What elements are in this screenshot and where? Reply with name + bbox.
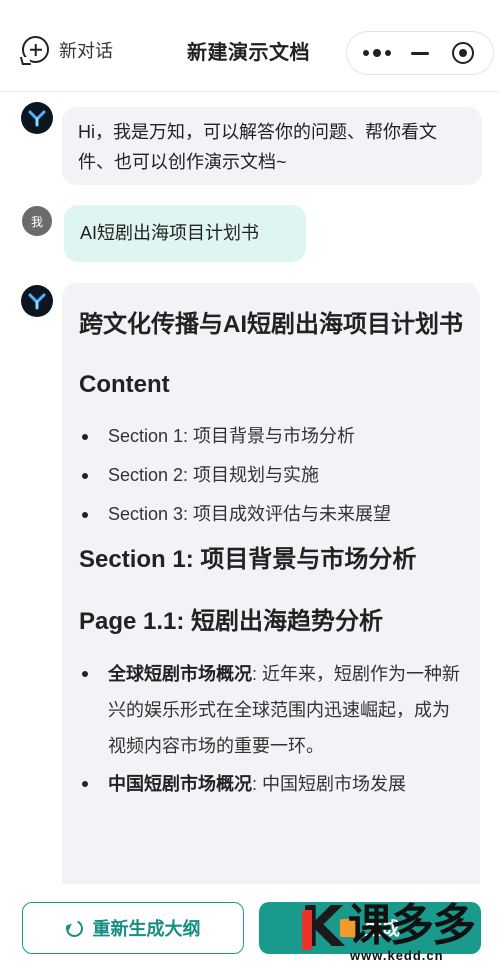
bullet-label: 全球短剧市场概况 xyxy=(108,664,252,684)
bullet-item: 中国短剧市场概况: 中国短剧市场发展 xyxy=(79,766,464,802)
window-title: 新建演示文档 xyxy=(187,42,310,64)
bot-greeting-message: Hi，我是万知，可以解答你的问题、帮你看文件、也可以创作演示文档~ xyxy=(62,107,482,185)
bullet-text: : 中国短剧市场发展 xyxy=(252,774,407,794)
more-button[interactable] xyxy=(359,35,395,71)
toc-item: Section 3: 项目成效评估与未来展望 xyxy=(79,495,464,534)
window-controls xyxy=(346,31,494,75)
document-title: 跨文化传播与AI短剧出海项目计划书 xyxy=(79,311,463,338)
bullet-list: 全球短剧市场概况: 近年来，短剧作为一种新兴的娱乐形式在全球范围内迅速崛起，成为… xyxy=(79,656,464,802)
bullet-label: 中国短剧市场概况 xyxy=(108,774,252,794)
bot-avatar xyxy=(21,102,53,134)
user-avatar: 我 xyxy=(22,206,52,236)
content-heading: Content xyxy=(79,371,170,398)
toc-item: Section 1: 项目背景与市场分析 xyxy=(79,417,464,456)
bullet-item: 全球短剧市场概况: 近年来，短剧作为一种新兴的娱乐形式在全球范围内迅速崛起，成为… xyxy=(79,656,464,764)
generate-button[interactable]: 生成 xyxy=(259,902,481,954)
new-chat-button[interactable]: 新对话 xyxy=(19,36,113,65)
outline-message[interactable]: 跨文化传播与AI短剧出海项目计划书 Content Section 1: 项目背… xyxy=(62,283,480,967)
bot-logo-icon xyxy=(28,293,46,310)
table-of-contents: Section 1: 项目背景与市场分析 Section 2: 项目规划与实施 … xyxy=(79,417,464,534)
generate-label: 生成 xyxy=(364,919,400,939)
minimize-button[interactable] xyxy=(402,35,438,71)
action-bar: 重新生成大纲 生成 xyxy=(0,884,500,967)
new-chat-icon xyxy=(19,36,49,65)
bot-logo-icon xyxy=(28,110,46,127)
toc-item: Section 2: 项目规划与实施 xyxy=(79,456,464,495)
regenerate-label: 重新生成大纲 xyxy=(92,919,201,939)
close-button[interactable] xyxy=(445,35,481,71)
regenerate-outline-button[interactable]: 重新生成大纲 xyxy=(22,902,244,954)
new-chat-label: 新对话 xyxy=(59,40,113,61)
minimize-icon xyxy=(410,51,429,55)
refresh-icon xyxy=(63,917,85,939)
document-icon xyxy=(340,919,356,937)
close-target-icon xyxy=(452,42,475,64)
bot-avatar xyxy=(21,285,53,317)
more-icon xyxy=(362,49,391,57)
page-heading: Page 1.1: 短剧出海趋势分析 xyxy=(79,608,384,635)
user-message: AI短剧出海项目计划书 xyxy=(64,205,306,262)
section-heading: Section 1: 项目背景与市场分析 xyxy=(79,546,417,573)
title-bar: 新对话 新建演示文档 xyxy=(0,0,500,92)
